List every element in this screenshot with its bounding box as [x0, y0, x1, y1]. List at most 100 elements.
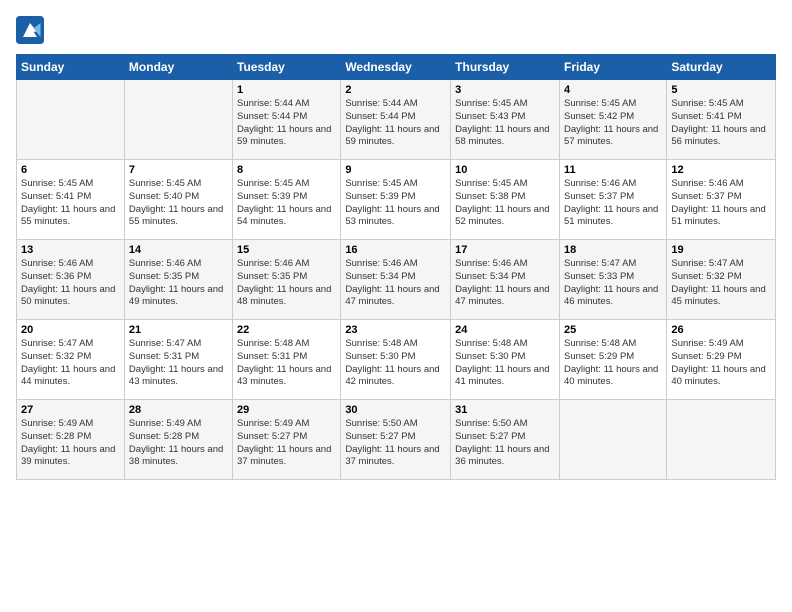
- calendar-cell: 30Sunrise: 5:50 AMSunset: 5:27 PMDayligh…: [341, 400, 451, 480]
- calendar-cell: [124, 80, 232, 160]
- calendar-cell: 10 Sunrise: 5:45 AMSunset: 5:38 PMDayligh…: [451, 160, 560, 240]
- day-number: 20: [21, 324, 120, 336]
- day-info: Sunrise: 5:49 AMSunset: 5:28 PMDaylight:…: [129, 418, 228, 469]
- calendar-cell: 13Sunrise: 5:46 AMSunset: 5:36 PMDayligh…: [17, 240, 125, 320]
- day-number: 16: [345, 244, 446, 256]
- day-number: 7: [129, 164, 228, 176]
- day-number: 15: [237, 244, 336, 256]
- day-number: 24: [455, 324, 555, 336]
- calendar-cell: 24 Sunrise: 5:48 AMSunset: 5:30 PMDayligh…: [451, 320, 560, 400]
- day-number: 6: [21, 164, 120, 176]
- day-info: Sunrise: 5:45 AMSunset: 5:41 PMDaylight:…: [671, 98, 771, 149]
- weekday-header-monday: Monday: [124, 55, 232, 80]
- day-info: Sunrise: 5:48 AMSunset: 5:29 PMDaylight:…: [564, 338, 662, 389]
- day-info: Sunrise: 5:46 AMSunset: 5:34 PMDaylight:…: [345, 258, 446, 309]
- day-number: 1: [237, 84, 336, 96]
- calendar-cell: 1 Sunrise: 5:44 AMSunset: 5:44 PMDaylight…: [233, 80, 341, 160]
- day-info: Sunrise: 5:45 AMSunset: 5:43 PMDaylight:…: [455, 98, 555, 149]
- header: [16, 16, 776, 44]
- calendar-cell: 2 Sunrise: 5:44 AMSunset: 5:44 PMDaylight…: [341, 80, 451, 160]
- calendar-cell: 5 Sunrise: 5:45 AMSunset: 5:41 PMDaylight…: [667, 80, 776, 160]
- day-number: 21: [129, 324, 228, 336]
- calendar-cell: 7 Sunrise: 5:45 AMSunset: 5:40 PMDaylight…: [124, 160, 232, 240]
- weekday-header-thursday: Thursday: [451, 55, 560, 80]
- weekday-header-wednesday: Wednesday: [341, 55, 451, 80]
- day-number: 10: [455, 164, 555, 176]
- day-info: Sunrise: 5:44 AMSunset: 5:44 PMDaylight:…: [345, 98, 446, 149]
- weekday-header-row: SundayMondayTuesdayWednesdayThursdayFrid…: [17, 55, 776, 80]
- day-info: Sunrise: 5:49 AMSunset: 5:27 PMDaylight:…: [237, 418, 336, 469]
- day-number: 3: [455, 84, 555, 96]
- calendar-cell: 20Sunrise: 5:47 AMSunset: 5:32 PMDayligh…: [17, 320, 125, 400]
- calendar-cell: 3 Sunrise: 5:45 AMSunset: 5:43 PMDaylight…: [451, 80, 560, 160]
- calendar-cell: 12 Sunrise: 5:46 AMSunset: 5:37 PMDayligh…: [667, 160, 776, 240]
- calendar-cell: 21 Sunrise: 5:47 AMSunset: 5:31 PMDayligh…: [124, 320, 232, 400]
- day-number: 19: [671, 244, 771, 256]
- day-number: 14: [129, 244, 228, 256]
- logo-icon: [16, 16, 44, 44]
- day-info: Sunrise: 5:46 AMSunset: 5:37 PMDaylight:…: [564, 178, 662, 229]
- weekday-header-friday: Friday: [559, 55, 666, 80]
- calendar-cell: 9 Sunrise: 5:45 AMSunset: 5:39 PMDaylight…: [341, 160, 451, 240]
- calendar-cell: 26Sunrise: 5:49 AMSunset: 5:29 PMDayligh…: [667, 320, 776, 400]
- weekday-header-saturday: Saturday: [667, 55, 776, 80]
- day-info: Sunrise: 5:45 AMSunset: 5:39 PMDaylight:…: [237, 178, 336, 229]
- calendar-week-2: 6 Sunrise: 5:45 AMSunset: 5:41 PMDaylight…: [17, 160, 776, 240]
- day-number: 2: [345, 84, 446, 96]
- day-number: 9: [345, 164, 446, 176]
- day-info: Sunrise: 5:45 AMSunset: 5:38 PMDaylight:…: [455, 178, 555, 229]
- day-number: 28: [129, 404, 228, 416]
- calendar-cell: 4Sunrise: 5:45 AMSunset: 5:42 PMDaylight…: [559, 80, 666, 160]
- day-number: 27: [21, 404, 120, 416]
- calendar-cell: 27 Sunrise: 5:49 AMSunset: 5:28 PMDayligh…: [17, 400, 125, 480]
- day-number: 11: [564, 164, 662, 176]
- day-info: Sunrise: 5:46 AMSunset: 5:37 PMDaylight:…: [671, 178, 771, 229]
- day-info: Sunrise: 5:48 AMSunset: 5:30 PMDaylight:…: [455, 338, 555, 389]
- calendar-cell: 25 Sunrise: 5:48 AMSunset: 5:29 PMDayligh…: [559, 320, 666, 400]
- calendar-cell: 18Sunrise: 5:47 AMSunset: 5:33 PMDayligh…: [559, 240, 666, 320]
- calendar-cell: 11 Sunrise: 5:46 AMSunset: 5:37 PMDayligh…: [559, 160, 666, 240]
- calendar-week-1: 1 Sunrise: 5:44 AMSunset: 5:44 PMDaylight…: [17, 80, 776, 160]
- calendar-cell: 23Sunrise: 5:48 AMSunset: 5:30 PMDayligh…: [341, 320, 451, 400]
- day-info: Sunrise: 5:45 AMSunset: 5:41 PMDaylight:…: [21, 178, 120, 229]
- day-number: 12: [671, 164, 771, 176]
- day-info: Sunrise: 5:45 AMSunset: 5:39 PMDaylight:…: [345, 178, 446, 229]
- calendar-week-3: 13Sunrise: 5:46 AMSunset: 5:36 PMDayligh…: [17, 240, 776, 320]
- calendar-cell: 22 Sunrise: 5:48 AMSunset: 5:31 PMDayligh…: [233, 320, 341, 400]
- calendar-cell: 29 Sunrise: 5:49 AMSunset: 5:27 PMDayligh…: [233, 400, 341, 480]
- day-number: 17: [455, 244, 555, 256]
- day-info: Sunrise: 5:48 AMSunset: 5:31 PMDaylight:…: [237, 338, 336, 389]
- calendar-cell: 14Sunrise: 5:46 AMSunset: 5:35 PMDayligh…: [124, 240, 232, 320]
- day-number: 22: [237, 324, 336, 336]
- calendar-cell: [17, 80, 125, 160]
- day-number: 29: [237, 404, 336, 416]
- day-number: 30: [345, 404, 446, 416]
- day-info: Sunrise: 5:48 AMSunset: 5:30 PMDaylight:…: [345, 338, 446, 389]
- day-number: 13: [21, 244, 120, 256]
- calendar-cell: [559, 400, 666, 480]
- day-info: Sunrise: 5:47 AMSunset: 5:32 PMDaylight:…: [671, 258, 771, 309]
- day-info: Sunrise: 5:44 AMSunset: 5:44 PMDaylight:…: [237, 98, 336, 149]
- day-info: Sunrise: 5:47 AMSunset: 5:31 PMDaylight:…: [129, 338, 228, 389]
- day-number: 31: [455, 404, 555, 416]
- day-info: Sunrise: 5:45 AMSunset: 5:42 PMDaylight:…: [564, 98, 662, 149]
- weekday-header-tuesday: Tuesday: [233, 55, 341, 80]
- calendar-cell: 17Sunrise: 5:46 AMSunset: 5:34 PMDayligh…: [451, 240, 560, 320]
- calendar-week-4: 20Sunrise: 5:47 AMSunset: 5:32 PMDayligh…: [17, 320, 776, 400]
- page: SundayMondayTuesdayWednesdayThursdayFrid…: [0, 0, 792, 612]
- weekday-header-sunday: Sunday: [17, 55, 125, 80]
- calendar: SundayMondayTuesdayWednesdayThursdayFrid…: [16, 54, 776, 480]
- day-info: Sunrise: 5:47 AMSunset: 5:33 PMDaylight:…: [564, 258, 662, 309]
- day-number: 25: [564, 324, 662, 336]
- calendar-cell: 15Sunrise: 5:46 AMSunset: 5:35 PMDayligh…: [233, 240, 341, 320]
- calendar-cell: 8Sunrise: 5:45 AMSunset: 5:39 PMDaylight…: [233, 160, 341, 240]
- day-number: 5: [671, 84, 771, 96]
- calendar-week-5: 27 Sunrise: 5:49 AMSunset: 5:28 PMDayligh…: [17, 400, 776, 480]
- calendar-cell: 16 Sunrise: 5:46 AMSunset: 5:34 PMDayligh…: [341, 240, 451, 320]
- day-info: Sunrise: 5:45 AMSunset: 5:40 PMDaylight:…: [129, 178, 228, 229]
- calendar-cell: 19 Sunrise: 5:47 AMSunset: 5:32 PMDayligh…: [667, 240, 776, 320]
- calendar-cell: 6 Sunrise: 5:45 AMSunset: 5:41 PMDaylight…: [17, 160, 125, 240]
- day-number: 26: [671, 324, 771, 336]
- day-info: Sunrise: 5:49 AMSunset: 5:28 PMDaylight:…: [21, 418, 120, 469]
- calendar-cell: [667, 400, 776, 480]
